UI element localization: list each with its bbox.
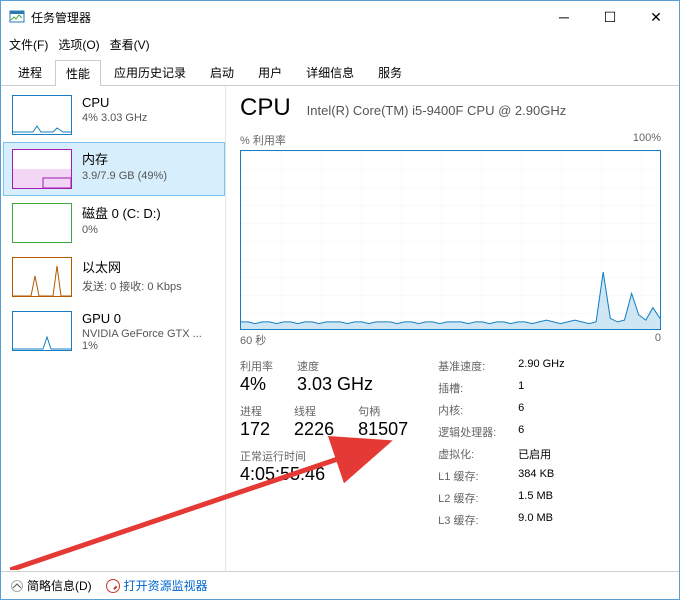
sidebar-item-gpu[interactable]: GPU 0 NVIDIA GeForce GTX ... 1%: [3, 304, 225, 359]
maximize-button[interactable]: ☐: [587, 1, 633, 33]
chevron-up-icon: [11, 580, 23, 592]
statusbar: 简略信息(D) 打开资源监视器: [1, 571, 679, 599]
virtualization-value: 已启用: [518, 446, 551, 462]
disk-thumb-icon: [12, 203, 72, 243]
uptime-value: 4:05:55:46: [240, 464, 408, 485]
threads-label: 线程: [294, 403, 334, 419]
sidebar-item-cpu[interactable]: CPU 4% 3.03 GHz: [3, 88, 225, 142]
util-value: 4%: [240, 374, 273, 395]
virtualization-label: 虚拟化:: [438, 446, 518, 462]
sidebar-gpu-label: GPU 0: [82, 311, 216, 326]
close-button[interactable]: ✕: [633, 1, 679, 33]
app-icon: [9, 9, 25, 25]
sidebar-disk-detail: 0%: [82, 224, 161, 236]
chart-label-botright: 0: [655, 332, 661, 348]
logical-processors-value: 6: [518, 424, 524, 440]
sidebar-memory-label: 内存: [82, 149, 167, 168]
menubar: 文件(F) 选项(O) 查看(V): [1, 33, 679, 55]
processes-label: 进程: [240, 403, 270, 419]
cores-value: 6: [518, 402, 524, 418]
resmon-icon: [106, 579, 120, 593]
chart-label-topleft: % 利用率: [240, 132, 286, 148]
cpu-model: Intel(R) Core(TM) i5-9400F CPU @ 2.90GHz: [307, 103, 567, 118]
gpu-thumb-icon: [12, 311, 72, 351]
sidebar-ethernet-detail: 发送: 0 接收: 0 Kbps: [82, 278, 182, 294]
threads-value: 2226: [294, 419, 334, 440]
speed-value: 3.03 GHz: [297, 374, 373, 395]
window-title: 任务管理器: [31, 9, 541, 26]
speed-label: 速度: [297, 358, 373, 374]
cores-label: 内核:: [438, 402, 518, 418]
l3-cache-value: 9.0 MB: [518, 512, 553, 528]
tab-app-history[interactable]: 应用历史记录: [103, 59, 197, 85]
content: CPU 4% 3.03 GHz 内存 3.9/7.9 GB (49%) 磁盘 0 (…: [1, 86, 679, 571]
tab-services[interactable]: 服务: [367, 59, 413, 85]
menu-view[interactable]: 查看(V): [110, 36, 150, 53]
sidebar: CPU 4% 3.03 GHz 内存 3.9/7.9 GB (49%) 磁盘 0 (…: [1, 86, 226, 571]
tab-performance[interactable]: 性能: [55, 60, 101, 86]
stats: 利用率4% 速度3.03 GHz 进程172 线程2226 句柄81507 正常…: [240, 358, 661, 534]
logical-processors-label: 逻辑处理器:: [438, 424, 518, 440]
base-speed-value: 2.90 GHz: [518, 358, 564, 374]
sidebar-memory-detail: 3.9/7.9 GB (49%): [82, 170, 167, 182]
titlebar[interactable]: 任务管理器 ─ ☐ ✕: [1, 1, 679, 33]
sidebar-gpu-detail: NVIDIA GeForce GTX ... 1%: [82, 328, 216, 352]
ethernet-thumb-icon: [12, 257, 72, 297]
sidebar-cpu-detail: 4% 3.03 GHz: [82, 112, 147, 124]
uptime-label: 正常运行时间: [240, 448, 408, 464]
tab-users[interactable]: 用户: [247, 59, 293, 85]
l2-cache-value: 1.5 MB: [518, 490, 553, 506]
sidebar-item-memory[interactable]: 内存 3.9/7.9 GB (49%): [3, 142, 225, 196]
page-title: CPU: [240, 94, 291, 122]
sidebar-cpu-label: CPU: [82, 95, 147, 110]
tab-processes[interactable]: 进程: [7, 59, 53, 85]
sidebar-item-ethernet[interactable]: 以太网发送: 0 接收: 0 Kbps: [3, 250, 225, 304]
chart-label-topright: 100%: [633, 132, 661, 148]
tab-details[interactable]: 详细信息: [295, 59, 365, 85]
base-speed-label: 基准速度:: [438, 358, 518, 374]
util-label: 利用率: [240, 358, 273, 374]
tab-startup[interactable]: 启动: [199, 59, 245, 85]
main-panel: CPU Intel(R) Core(TM) i5-9400F CPU @ 2.9…: [226, 86, 679, 571]
sidebar-disk-label: 磁盘 0 (C: D:): [82, 203, 161, 222]
menu-file[interactable]: 文件(F): [9, 36, 48, 53]
fewer-details-link[interactable]: 简略信息(D): [11, 577, 92, 594]
l1-cache-label: L1 缓存:: [438, 468, 518, 484]
tabs: 进程 性能 应用历史记录 启动 用户 详细信息 服务: [1, 55, 679, 86]
l3-cache-label: L3 缓存:: [438, 512, 518, 528]
handles-label: 句柄: [358, 403, 408, 419]
handles-value: 81507: [358, 419, 408, 440]
sockets-label: 插槽:: [438, 380, 518, 396]
open-resmon-link[interactable]: 打开资源监视器: [106, 577, 208, 594]
processes-value: 172: [240, 419, 270, 440]
spec-table: 基准速度:2.90 GHz 插槽:1 内核:6 逻辑处理器:6 虚拟化:已启用 …: [438, 358, 564, 534]
sidebar-item-disk[interactable]: 磁盘 0 (C: D:) 0%: [3, 196, 225, 250]
l1-cache-value: 384 KB: [518, 468, 554, 484]
l2-cache-label: L2 缓存:: [438, 490, 518, 506]
menu-options[interactable]: 选项(O): [58, 36, 99, 53]
sidebar-ethernet-label: 以太网: [82, 257, 182, 276]
cpu-thumb-icon: [12, 95, 72, 135]
task-manager-window: 任务管理器 ─ ☐ ✕ 文件(F) 选项(O) 查看(V) 进程 性能 应用历史…: [0, 0, 680, 600]
minimize-button[interactable]: ─: [541, 1, 587, 33]
cpu-chart[interactable]: [240, 150, 661, 330]
memory-thumb-icon: [12, 149, 72, 189]
sockets-value: 1: [518, 380, 524, 396]
chart-label-botleft: 60 秒: [240, 332, 266, 348]
